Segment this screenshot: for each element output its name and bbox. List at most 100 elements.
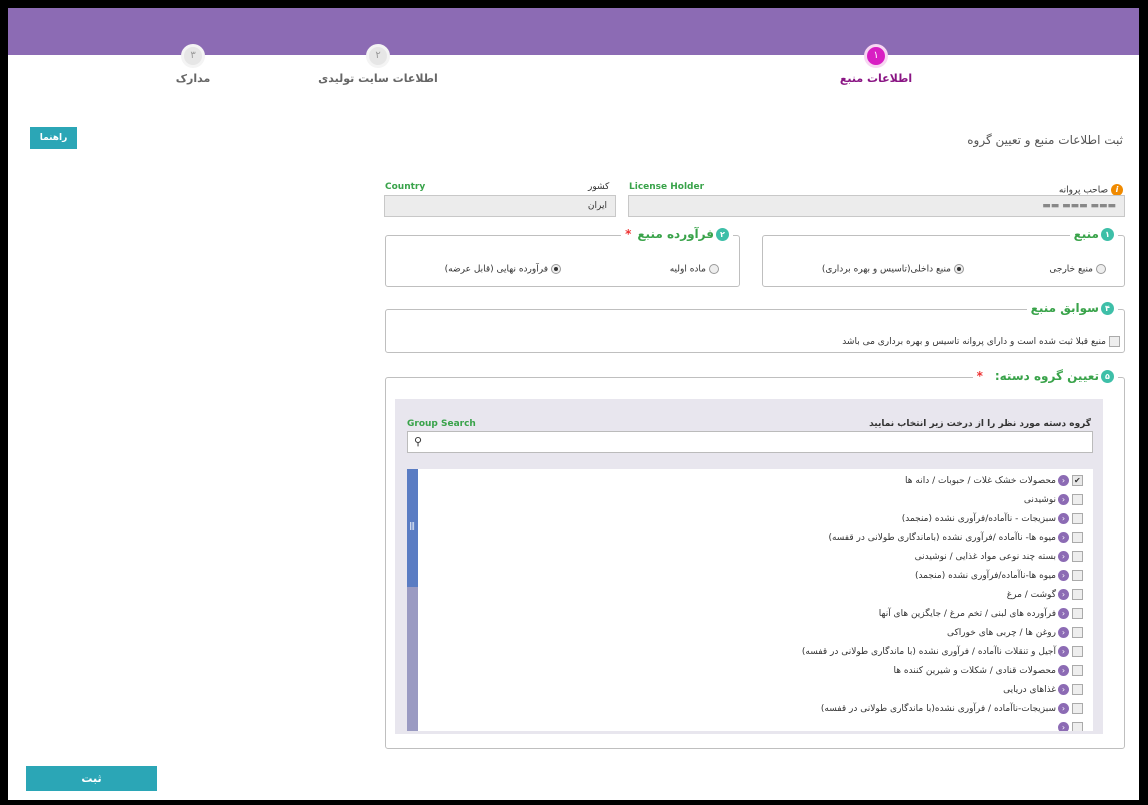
tree-item-checkbox[interactable] xyxy=(1072,475,1083,486)
tree-item[interactable]: ‹بسته چند نوعی مواد غذایی / نوشیدنی xyxy=(915,549,1083,565)
country-label: کشور xyxy=(588,182,610,192)
expand-arrow-icon[interactable]: ‹ xyxy=(1058,627,1069,638)
tree-item[interactable]: ‹گوشت / مرغ xyxy=(1007,587,1083,603)
tree-item[interactable]: ‹فرآورده های لبنی / تخم مرغ / جایگزین ها… xyxy=(879,606,1083,622)
tree-item-checkbox[interactable] xyxy=(1072,684,1083,695)
history-checkbox-option[interactable]: منبع قبلا ثبت شده است و دارای پروانه تاس… xyxy=(842,336,1120,347)
tree-item-label: آجیل و تنقلات ناآماده / فرآوری نشده (با … xyxy=(801,647,1056,657)
tree-item-checkbox[interactable] xyxy=(1072,646,1083,657)
tree-item-label: نوشیدنی xyxy=(1023,495,1056,505)
expand-arrow-icon[interactable]: ‹ xyxy=(1058,589,1069,600)
expand-arrow-icon[interactable]: ‹ xyxy=(1058,494,1069,505)
category-tree: ||| ‹محصولات خشک غلات / حبوبات / دانه ها… xyxy=(407,469,1093,731)
tree-item[interactable]: ‹نوشیدنی xyxy=(1024,492,1083,508)
radio-button[interactable] xyxy=(709,264,719,274)
step-documents[interactable]: ۳ مدارک xyxy=(113,44,273,85)
product-raw-material-option[interactable]: ماده اولیه xyxy=(670,264,719,275)
tree-item[interactable]: ‹سبزیجات-ناآماده / فرآوری نشده(با ماندگا… xyxy=(821,701,1083,717)
tree-item[interactable]: ‹سبزیجات - ناآماده/فرآوری نشده (منجمد) xyxy=(902,511,1083,527)
group-fieldset: ۵تعیین گروه دسته:* گروه دسته مورد نظر را… xyxy=(385,369,1125,749)
radio-button[interactable] xyxy=(1096,264,1106,274)
history-checkbox[interactable] xyxy=(1109,336,1120,347)
required-marker: * xyxy=(625,227,632,241)
expand-arrow-icon[interactable]: ‹ xyxy=(1058,646,1069,657)
tree-item[interactable]: ‹محصولات قنادی / شکلات و شیرین کننده ها xyxy=(894,663,1083,679)
search-icon: ⚲ xyxy=(414,435,423,448)
country-field[interactable]: ایران xyxy=(384,195,616,217)
app-frame: ۳ مدارک ۲ اطلاعات سایت تولیدی ۱ اطلاعات … xyxy=(8,8,1139,800)
tree-item-checkbox[interactable] xyxy=(1072,494,1083,505)
country-label-en: Country xyxy=(385,182,426,192)
source-fieldset: ۱منبع منبع خارجی منبع داخلی(تاسیس و بهره… xyxy=(762,227,1125,287)
required-marker: * xyxy=(976,369,983,383)
tree-item-checkbox[interactable] xyxy=(1072,551,1083,562)
expand-arrow-icon[interactable]: ‹ xyxy=(1058,703,1069,714)
tree-item-label: محصولات قنادی / شکلات و شیرین کننده ها xyxy=(893,666,1056,676)
tree-item[interactable]: ‹آجیل و تنقلات ناآماده / فرآوری نشده (با… xyxy=(802,644,1083,660)
tree-item-label: میوه ها- ناآماده /فرآوری نشده (باماندگار… xyxy=(828,533,1056,543)
tree-item[interactable]: ‹غذاهای دریایی xyxy=(1003,682,1083,698)
step-source-info[interactable]: ۱ اطلاعات منبع xyxy=(796,44,956,85)
tree-item-checkbox[interactable] xyxy=(1072,665,1083,676)
tree-item-label: فرآورده های لبنی / تخم مرغ / جایگزین های… xyxy=(878,609,1056,619)
tree-item-checkbox[interactable] xyxy=(1072,532,1083,543)
expand-arrow-icon[interactable]: ‹ xyxy=(1058,475,1069,486)
tree-item-checkbox[interactable] xyxy=(1072,722,1083,731)
tree-item[interactable]: ‹میوه ها- ناآماده /فرآوری نشده (باماندگا… xyxy=(828,530,1083,546)
step-number: ۲ xyxy=(366,44,390,68)
radio-button[interactable] xyxy=(954,264,964,274)
tree-item-checkbox[interactable] xyxy=(1072,627,1083,638)
expand-arrow-icon[interactable]: ‹ xyxy=(1058,608,1069,619)
license-holder-label-en: License Holder xyxy=(629,182,705,192)
category-panel: گروه دسته مورد نظر را از درخت زیر انتخاب… xyxy=(395,399,1103,734)
product-fieldset: ۲فرآورده منبع* ماده اولیه فرآورده نهایی … xyxy=(385,227,740,287)
product-legend: ۲فرآورده منبع* xyxy=(621,227,733,241)
scrollbar-thumb[interactable]: ||| xyxy=(407,469,418,587)
license-holder-field[interactable]: ▬▬▬ ▬▬▬ ▬▬ xyxy=(628,195,1125,217)
tree-item-label: سبزیجات-ناآماده / فرآوری نشده(با ماندگار… xyxy=(820,704,1056,714)
group-legend: ۵تعیین گروه دسته:* xyxy=(972,369,1118,383)
source-domestic-option[interactable]: منبع داخلی(تاسیس و بهره برداری) xyxy=(822,264,964,275)
step-production-site[interactable]: ۲ اطلاعات سایت تولیدی xyxy=(298,44,458,85)
tree-item-checkbox[interactable] xyxy=(1072,513,1083,524)
tree-scrollbar[interactable]: ||| xyxy=(407,469,418,731)
tree-item-checkbox[interactable] xyxy=(1072,570,1083,581)
tree-item-checkbox[interactable] xyxy=(1072,703,1083,714)
history-fieldset: ۴سوابق منبع منبع قبلا ثبت شده است و دارا… xyxy=(385,301,1125,353)
history-legend: ۴سوابق منبع xyxy=(1026,301,1118,315)
step-label: مدارک xyxy=(175,72,211,85)
tree-item-label: روغن ها / چربی های خوراکی xyxy=(947,628,1056,638)
tree-item-label: بسته چند نوعی مواد غذایی / نوشیدنی xyxy=(914,552,1056,562)
group-search-input[interactable]: ⚲ xyxy=(407,431,1093,453)
tree-item[interactable]: ‹روغن ها / چربی های خوراکی xyxy=(947,625,1083,641)
group-search-label: Group Search xyxy=(407,419,476,429)
tree-item-checkbox[interactable] xyxy=(1072,608,1083,619)
expand-arrow-icon[interactable]: ‹ xyxy=(1058,722,1069,731)
expand-arrow-icon[interactable]: ‹ xyxy=(1058,532,1069,543)
product-final-option[interactable]: فرآورده نهایی (قابل عرضه) xyxy=(445,264,561,275)
group-instruction: گروه دسته مورد نظر را از درخت زیر انتخاب… xyxy=(869,419,1091,429)
tree-item-label: محصولات خشک غلات / حبوبات / دانه ها xyxy=(905,476,1056,486)
expand-arrow-icon[interactable]: ‹ xyxy=(1058,513,1069,524)
tree-item-label: سبزیجات - ناآماده/فرآوری نشده (منجمد) xyxy=(901,514,1056,524)
tree-item-label: میوه ها-ناآماده/فرآوری نشده (منجمد) xyxy=(914,571,1056,581)
expand-arrow-icon[interactable]: ‹ xyxy=(1058,665,1069,676)
submit-button[interactable]: ثبت xyxy=(26,766,157,791)
radio-button[interactable] xyxy=(551,264,561,274)
expand-arrow-icon[interactable]: ‹ xyxy=(1058,570,1069,581)
step-number: ۳ xyxy=(181,44,205,68)
tree-item[interactable]: ‹ xyxy=(1056,720,1083,731)
tree-item-label: غذاهای دریایی xyxy=(1003,685,1056,695)
source-foreign-option[interactable]: منبع خارجی xyxy=(1049,264,1106,275)
tree-item-checkbox[interactable] xyxy=(1072,589,1083,600)
step-label: اطلاعات منبع xyxy=(839,72,913,85)
step-label: اطلاعات سایت تولیدی xyxy=(318,72,438,85)
expand-arrow-icon[interactable]: ‹ xyxy=(1058,551,1069,562)
tree-item[interactable]: ‹میوه ها-ناآماده/فرآوری نشده (منجمد) xyxy=(915,568,1083,584)
tree-item-label: گوشت / مرغ xyxy=(1006,590,1056,600)
tree-item[interactable]: ‹محصولات خشک غلات / حبوبات / دانه ها xyxy=(905,473,1083,489)
help-button[interactable]: راهنما xyxy=(30,127,77,149)
step-number: ۱ xyxy=(864,44,888,68)
grip-icon: ||| xyxy=(409,521,415,530)
expand-arrow-icon[interactable]: ‹ xyxy=(1058,684,1069,695)
